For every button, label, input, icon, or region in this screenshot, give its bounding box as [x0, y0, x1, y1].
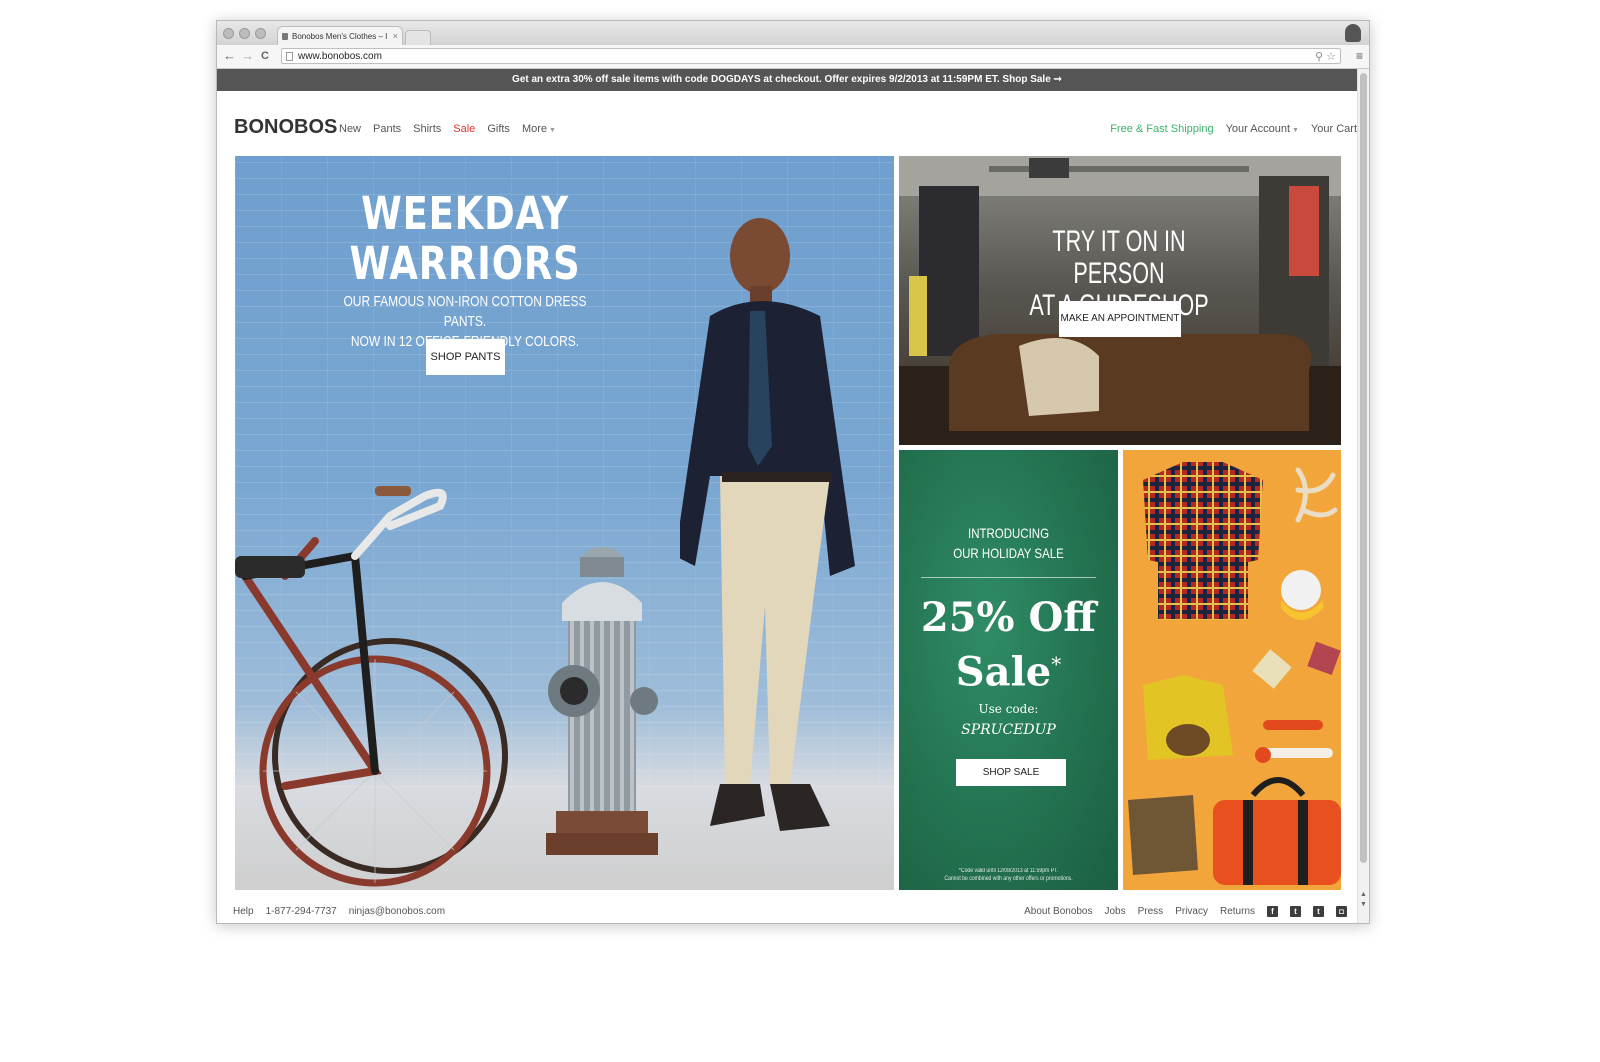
bicycle-image	[235, 486, 508, 887]
forward-arrow-icon[interactable]: →	[241, 48, 254, 64]
site-header: BONOBOS New Pants Shirts Sale Gifts More…	[217, 109, 1357, 149]
account-label: Your Account	[1225, 123, 1290, 135]
vertical-scrollbar[interactable]: ▲ ▼	[1357, 69, 1369, 923]
guideshop-title-line1: TRY IT ON IN PERSON	[1052, 225, 1186, 290]
bonobos-logo[interactable]: BONOBOS	[234, 116, 337, 139]
holiday-discount-headline: 25% Off Sale*	[899, 595, 1118, 695]
address-bar[interactable]: www.bonobos.com ⚲ ☆	[281, 48, 1341, 64]
cart-link[interactable]: Your Cart	[1311, 123, 1357, 135]
model-image	[680, 218, 855, 831]
favicon-icon	[282, 33, 288, 40]
fine-print-line2: Cannot be combined with any other offers…	[944, 876, 1073, 882]
browser-tab[interactable]: Bonobos Men's Clothes – I ×	[277, 26, 403, 46]
tab-title: Bonobos Men's Clothes – I	[292, 32, 388, 41]
holiday-intro-line1: INTRODUCING	[967, 525, 1050, 541]
product-flatlay-banner[interactable]	[1123, 450, 1341, 890]
scroll-up-icon[interactable]: ▲	[1360, 891, 1367, 898]
make-appointment-button[interactable]: MAKE AN APPOINTMENT	[1059, 301, 1181, 337]
nav-pants[interactable]: Pants	[373, 123, 401, 135]
site-footer: Help 1-877-294-7737 ninjas@bonobos.com A…	[217, 903, 1357, 923]
free-shipping-link[interactable]: Free & Fast Shipping	[1110, 123, 1213, 135]
tab-close-icon[interactable]: ×	[393, 27, 398, 46]
footer-contact: Help 1-877-294-7737 ninjas@bonobos.com	[233, 906, 445, 917]
hero-banner[interactable]: WEEKDAY WARRIORS OUR FAMOUS NON-IRON COT…	[235, 156, 894, 890]
footer-links: About Bonobos Jobs Press Privacy Returns…	[1024, 906, 1347, 917]
browser-window: Bonobos Men's Clothes – I × ← → C www.bo…	[216, 20, 1370, 924]
hero-title-line1: WEEKDAY	[361, 187, 569, 240]
zoom-window-button[interactable]	[255, 28, 266, 39]
shop-pants-button[interactable]: SHOP PANTS	[426, 339, 505, 375]
fine-print-line1: *Code valid until 12/08/2013 at 11:59pm …	[958, 868, 1059, 874]
twitter-icon[interactable]: t	[1290, 906, 1301, 917]
holiday-discount-line1: 25% Off	[920, 594, 1097, 641]
returns-link[interactable]: Returns	[1220, 906, 1255, 917]
nav-more-label: More	[521, 123, 547, 135]
email-link[interactable]: ninjas@bonobos.com	[349, 906, 445, 917]
nav-gifts[interactable]: Gifts	[487, 123, 510, 135]
nav-new[interactable]: New	[339, 123, 361, 135]
guideshop-banner[interactable]: TRY IT ON IN PERSON AT A GUIDESHOP MAKE …	[899, 156, 1341, 445]
profile-avatar[interactable]	[1345, 24, 1361, 42]
utility-nav: Free & Fast Shipping Your Account ▼ Your …	[1110, 123, 1357, 135]
menu-icon[interactable]: ≡	[1356, 49, 1363, 63]
holiday-sale-word: Sale	[955, 648, 1052, 696]
about-link[interactable]: About Bonobos	[1024, 906, 1092, 917]
url-text: www.bonobos.com	[298, 51, 382, 62]
promo-banner[interactable]: Get an extra 30% off sale items with cod…	[217, 69, 1357, 91]
scroll-down-icon[interactable]: ▼	[1360, 901, 1367, 908]
promo-code-label: Use code:	[978, 702, 1039, 716]
flatlay-products-image	[1128, 462, 1341, 885]
divider	[921, 577, 1096, 578]
browser-toolbar: ← → C www.bonobos.com ⚲ ☆ ≡	[217, 45, 1369, 69]
asterisk: *	[1051, 652, 1062, 676]
holiday-sale-banner[interactable]: INTRODUCING OUR HOLIDAY SALE 25% Off Sal…	[899, 450, 1118, 890]
nav-shirts[interactable]: Shirts	[413, 123, 441, 135]
help-link[interactable]: Help	[233, 906, 254, 917]
fire-hydrant-image	[546, 547, 658, 855]
facebook-icon[interactable]: f	[1267, 906, 1278, 917]
zoom-and-bookmark-star-icon[interactable]: ⚲ ☆	[1315, 49, 1336, 65]
page-viewport: Get an extra 30% off sale items with cod…	[217, 69, 1357, 923]
press-link[interactable]: Press	[1138, 906, 1164, 917]
reload-icon[interactable]: C	[261, 48, 269, 64]
hero-title-line2: WARRIORS	[349, 237, 581, 290]
scrollbar-thumb[interactable]	[1360, 73, 1367, 863]
chevron-down-icon: ▼	[1292, 127, 1299, 134]
nav-more[interactable]: More ▼	[522, 123, 556, 135]
privacy-link[interactable]: Privacy	[1175, 906, 1208, 917]
page-icon	[286, 52, 293, 61]
promo-code: SPRUCEDUP	[961, 722, 1056, 738]
back-arrow-icon[interactable]: ←	[223, 48, 236, 64]
fine-print: *Code valid until 12/08/2013 at 11:59pm …	[915, 867, 1101, 883]
shop-sale-button[interactable]: SHOP SALE	[956, 759, 1066, 786]
new-tab-button[interactable]	[405, 30, 431, 45]
nav-sale[interactable]: Sale	[453, 123, 475, 135]
hero-subtitle-line1: OUR FAMOUS NON-IRON COTTON DRESS PANTS.	[343, 293, 587, 330]
jobs-link[interactable]: Jobs	[1105, 906, 1126, 917]
account-menu[interactable]: Your Account ▼	[1226, 123, 1299, 135]
instagram-icon[interactable]: ◘	[1336, 906, 1347, 917]
holiday-intro-line2: OUR HOLIDAY SALE	[953, 545, 1064, 561]
phone-number[interactable]: 1-877-294-7737	[266, 906, 337, 917]
tumblr-icon[interactable]: t	[1313, 906, 1324, 917]
window-controls	[223, 28, 266, 39]
close-window-button[interactable]	[223, 28, 234, 39]
minimize-window-button[interactable]	[239, 28, 250, 39]
holiday-intro: INTRODUCING OUR HOLIDAY SALE	[919, 523, 1099, 563]
main-nav: New Pants Shirts Sale Gifts More ▼	[339, 123, 556, 135]
holiday-discount-line2: Sale*	[899, 641, 1118, 695]
chevron-down-icon: ▼	[549, 127, 556, 134]
title-bar: Bonobos Men's Clothes – I ×	[217, 21, 1369, 46]
